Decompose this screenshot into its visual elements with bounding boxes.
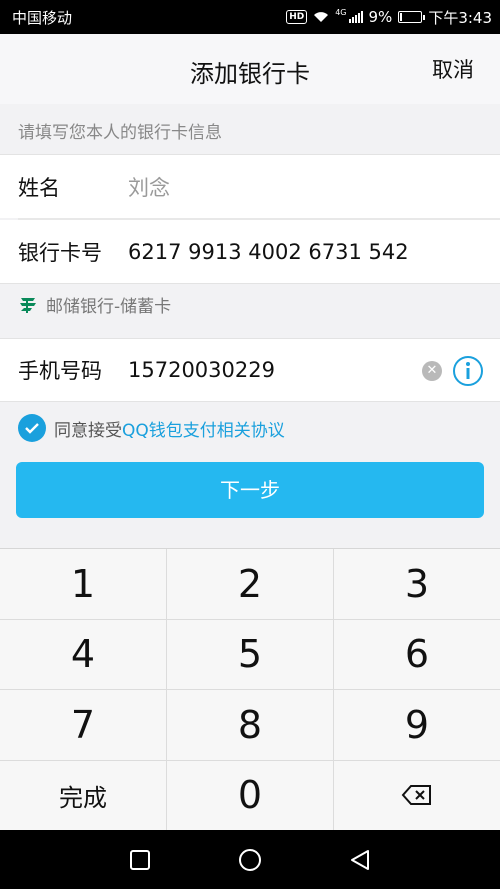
agreement-text: 同意接受QQ钱包支付相关协议 xyxy=(54,420,285,441)
title-bar: 添加银行卡 取消 xyxy=(0,34,500,104)
clock: 下午3:43 xyxy=(428,8,492,27)
postal-bank-logo-icon xyxy=(20,297,36,313)
key-6[interactable]: 6 xyxy=(334,620,500,690)
wifi-icon xyxy=(314,12,329,22)
agreement-link[interactable]: QQ钱包支付相关协议 xyxy=(122,421,285,441)
done-key[interactable]: 完成 xyxy=(0,760,167,831)
key-7[interactable]: 7 xyxy=(0,690,167,761)
backspace-key[interactable] xyxy=(334,761,500,831)
key-4[interactable]: 4 xyxy=(0,619,167,690)
card-number-field[interactable]: 6217 9913 4002 6731 542 xyxy=(128,240,409,264)
agreement: 同意接受QQ钱包支付相关协议 xyxy=(18,414,285,442)
phone-field[interactable]: 15720030229 xyxy=(128,358,275,382)
recent-apps-icon[interactable] xyxy=(128,848,152,872)
clear-icon[interactable]: ✕ xyxy=(422,361,442,381)
agreement-checkbox[interactable] xyxy=(18,414,46,442)
cancel-button[interactable]: 取消 xyxy=(432,54,474,84)
key-3[interactable]: 3 xyxy=(334,549,500,620)
hd-icon: HD xyxy=(286,10,308,24)
phone-label: 手机号码 xyxy=(18,359,102,383)
battery-icon xyxy=(398,11,426,23)
key-9[interactable]: 9 xyxy=(334,690,500,761)
card-number-row: 银行卡号 6217 9913 4002 6731 542 xyxy=(0,220,500,284)
bank-info: 邮储银行-储蓄卡 xyxy=(18,292,171,317)
backspace-icon xyxy=(401,785,431,806)
numeric-keypad: 1 2 3 4 5 6 7 8 9 完成 0 xyxy=(0,548,500,831)
check-icon xyxy=(25,423,39,434)
card-number-label: 银行卡号 xyxy=(18,240,102,265)
status-bar: 中国移动 HD 4G 9% 下午3:43 xyxy=(0,0,500,34)
key-2[interactable]: 2 xyxy=(167,549,334,620)
battery-percent: 9% xyxy=(368,8,393,26)
next-step-button[interactable]: 下一步 xyxy=(16,462,484,518)
home-icon[interactable] xyxy=(238,848,262,872)
key-0[interactable]: 0 xyxy=(167,760,334,831)
key-5[interactable]: 5 xyxy=(167,619,334,690)
name-field[interactable]: 刘念 xyxy=(128,172,170,202)
bank-name: 邮储银行-储蓄卡 xyxy=(46,297,172,317)
key-1[interactable]: 1 xyxy=(0,549,167,620)
key-8[interactable]: 8 xyxy=(167,690,334,761)
network-type: 4G xyxy=(335,7,347,17)
signal-icon xyxy=(348,11,363,23)
system-nav-bar xyxy=(0,830,500,889)
form-hint: 请填写您本人的银行卡信息 xyxy=(18,123,222,143)
info-icon[interactable] xyxy=(452,355,484,387)
name-row: 姓名 刘念 xyxy=(0,154,500,220)
carrier-name: 中国移动 xyxy=(12,8,73,27)
page-title: 添加银行卡 xyxy=(190,60,310,88)
back-icon[interactable] xyxy=(348,848,372,872)
phone-row: 手机号码 15720030229 ✕ xyxy=(0,338,500,402)
name-label: 姓名 xyxy=(18,175,60,200)
